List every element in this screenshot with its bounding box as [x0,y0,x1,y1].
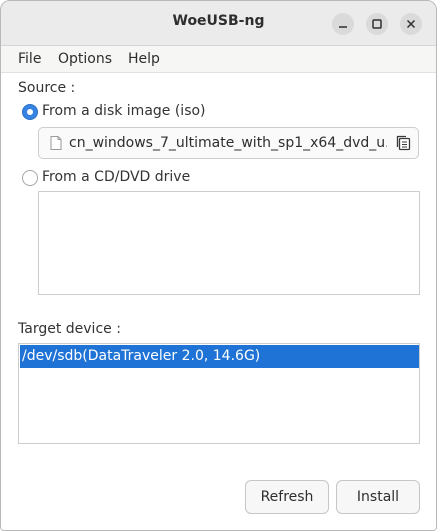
file-chooser-icon[interactable] [396,135,412,151]
menu-help[interactable]: Help [128,51,160,67]
title-bar[interactable]: WoeUSB-ng [1,1,436,46]
minimize-button[interactable] [332,13,354,35]
cd-drive-option-label[interactable]: From a CD/DVD drive [42,169,190,185]
iso-file-chooser[interactable]: cn_windows_7_ultimate_with_sp1_x64_dvd_u… [38,127,419,159]
minimize-icon [339,26,347,28]
maximize-icon [372,19,382,29]
source-label: Source : [18,80,76,96]
cd-drive-radio[interactable] [22,170,38,186]
file-icon [50,136,62,150]
device-name: /dev/sdb(DataTraveler 2.0, 14.6G) [22,348,261,364]
menu-options[interactable]: Options [58,51,112,67]
cd-drive-list[interactable] [38,191,420,295]
close-icon [406,19,416,29]
disk-image-radio[interactable] [22,104,38,120]
menu-file[interactable]: File [18,51,41,67]
app-window: WoeUSB-ng File Options Help Source : Fro… [0,0,437,531]
maximize-button[interactable] [366,13,388,35]
menu-bar: File Options Help [1,46,436,73]
target-device-label: Target device : [18,321,121,337]
iso-file-path: cn_windows_7_ultimate_with_sp1_x64_dvd_u… [69,135,387,151]
device-list-item[interactable]: /dev/sdb(DataTraveler 2.0, 14.6G) [20,345,419,368]
target-device-list[interactable]: /dev/sdb(DataTraveler 2.0, 14.6G) [18,343,420,444]
close-button[interactable] [400,13,422,35]
install-button[interactable]: Install [336,480,420,514]
refresh-button[interactable]: Refresh [245,480,329,514]
disk-image-option-label[interactable]: From a disk image (iso) [42,103,206,119]
